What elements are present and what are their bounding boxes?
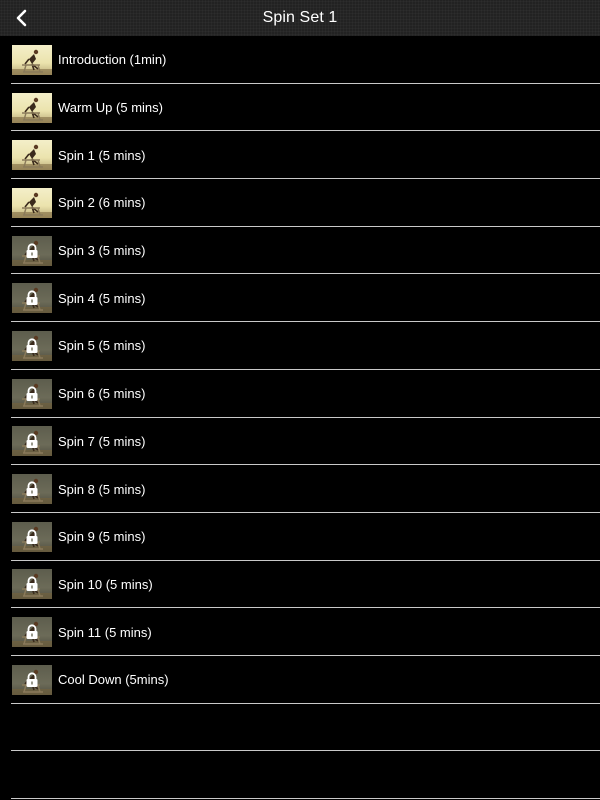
lock-icon	[26, 290, 38, 306]
lock-icon	[26, 576, 38, 592]
list-item[interactable]: Spin 5 (5 mins)	[0, 322, 600, 370]
list-item-label: Introduction (1min)	[58, 52, 167, 68]
list-item[interactable]: Spin 1 (5 mins)	[0, 131, 600, 179]
locked-thumbnail	[12, 378, 52, 409]
list-item[interactable]: Warm Up (5 mins)	[0, 84, 600, 132]
list-item[interactable]: Spin 11 (5 mins)	[0, 608, 600, 656]
locked-thumbnail	[12, 330, 52, 361]
list-item-label: Spin 10 (5 mins)	[58, 576, 153, 592]
list-item-label: Spin 9 (5 mins)	[58, 529, 146, 545]
list-item[interactable]: Spin 9 (5 mins)	[0, 513, 600, 561]
workout-list: Introduction (1min) Warm Up (5 mins) Spin …	[0, 36, 600, 799]
locked-thumbnail	[12, 283, 52, 314]
locked-thumbnail	[12, 569, 52, 600]
list-item[interactable]: Spin 6 (5 mins)	[0, 370, 600, 418]
page-title: Spin Set 1	[262, 9, 338, 26]
empty-row	[0, 751, 600, 799]
rider-thumbnail-icon	[22, 145, 43, 168]
video-thumbnail	[12, 44, 52, 75]
list-item[interactable]: Spin 8 (5 mins)	[0, 465, 600, 513]
chevron-left-icon	[16, 9, 27, 27]
list-item-label: Cool Down (5mins)	[58, 672, 169, 688]
navigation-bar: Spin Set 1	[0, 0, 600, 36]
list-item-label: Spin 11 (5 mins)	[58, 624, 152, 640]
rider-thumbnail-icon	[22, 97, 43, 121]
lock-icon	[26, 338, 38, 353]
lock-icon	[26, 672, 38, 687]
list-item[interactable]: Spin 7 (5 mins)	[0, 418, 600, 466]
locked-thumbnail	[12, 521, 52, 552]
list-item-label: Spin 2 (6 mins)	[58, 195, 146, 211]
lock-icon	[26, 243, 38, 258]
lock-icon	[26, 481, 38, 497]
lock-icon	[26, 386, 38, 401]
locked-thumbnail	[12, 664, 52, 695]
list-item-label: Spin 1 (5 mins)	[58, 147, 146, 163]
video-thumbnail	[12, 92, 52, 123]
list-item-label: Spin 4 (5 mins)	[58, 290, 146, 306]
list-item-label: Spin 8 (5 mins)	[58, 481, 146, 497]
locked-thumbnail	[12, 235, 52, 266]
lock-icon	[26, 529, 38, 544]
list-item[interactable]: Spin 10 (5 mins)	[0, 561, 600, 609]
lock-icon	[26, 624, 38, 640]
list-item[interactable]: Spin 2 (6 mins)	[0, 179, 600, 227]
list-item-label: Spin 5 (5 mins)	[58, 338, 146, 354]
locked-thumbnail	[12, 426, 52, 457]
video-thumbnail	[12, 140, 52, 171]
list-item[interactable]: Spin 4 (5 mins)	[0, 274, 600, 322]
rider-thumbnail-icon	[22, 49, 43, 73]
locked-thumbnail	[12, 617, 52, 648]
back-button[interactable]	[8, 3, 36, 33]
list-item[interactable]: Spin 3 (5 mins)	[0, 227, 600, 275]
video-thumbnail	[12, 187, 52, 218]
list-item-label: Spin 3 (5 mins)	[58, 243, 146, 259]
lock-icon	[26, 433, 38, 449]
locked-thumbnail	[12, 474, 52, 505]
list-item-label: Spin 6 (5 mins)	[58, 386, 146, 402]
list-item-label: Warm Up (5 mins)	[58, 100, 163, 116]
list-item[interactable]: Introduction (1min)	[0, 36, 600, 84]
empty-row	[0, 704, 600, 752]
rider-thumbnail-icon	[22, 192, 43, 216]
list-item[interactable]: Cool Down (5mins)	[0, 656, 600, 704]
list-item-label: Spin 7 (5 mins)	[58, 433, 146, 449]
